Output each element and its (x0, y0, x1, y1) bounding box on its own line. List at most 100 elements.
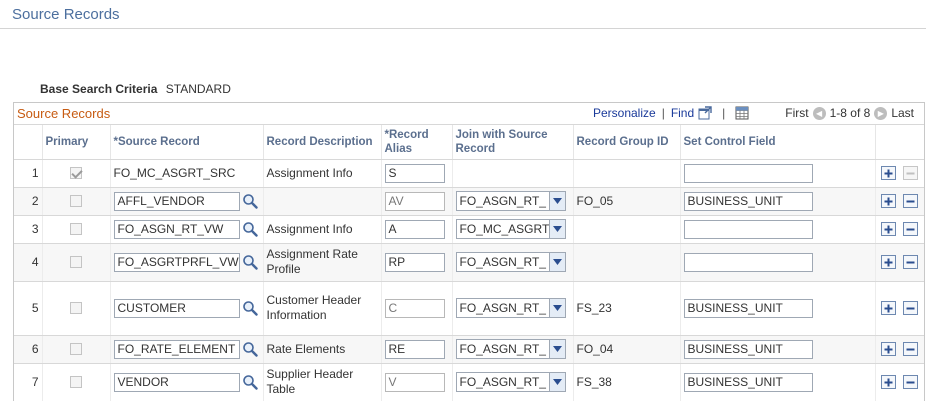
chevron-down-icon[interactable] (548, 299, 565, 317)
primary-checkbox[interactable] (70, 376, 82, 389)
plus-icon (884, 345, 893, 354)
set-control-field-input[interactable]: BUSINESS_UNIT (683, 298, 813, 318)
magnifier-icon[interactable] (242, 300, 258, 316)
col-header-actions (875, 125, 924, 160)
join-with-select[interactable]: FO_MC_ASGRT (455, 219, 566, 239)
primary-checkbox[interactable] (70, 195, 82, 208)
record-group-id: FS_23 (573, 281, 681, 336)
row-range: 1-8 of 8 (829, 106, 871, 120)
new-window-icon[interactable] (698, 106, 712, 120)
last-label: Last (891, 106, 914, 120)
delete-row-button[interactable] (903, 342, 919, 357)
chevron-down-icon[interactable] (548, 220, 565, 238)
arrow-right-icon[interactable]: ▶ (874, 106, 888, 120)
record-alias-input[interactable]: A (384, 219, 445, 239)
join-with-select[interactable]: FO_ASGN_RT_ (455, 372, 566, 392)
join-with-value: FO_ASGN_RT_ (459, 300, 546, 315)
source-record-input[interactable]: CUSTOMER (113, 298, 240, 318)
add-row-button[interactable] (880, 222, 896, 237)
grid-header: Source Records Personalize | Find | Firs… (14, 103, 924, 125)
chevron-down-icon[interactable] (548, 192, 565, 210)
col-header-primary[interactable]: Primary (42, 125, 111, 160)
set-control-field-input[interactable]: BUSINESS_UNIT (683, 191, 813, 211)
record-alias-input[interactable]: AV (384, 191, 445, 211)
first-label: First (785, 106, 809, 120)
record-group-id: FO_05 (573, 187, 681, 216)
primary-checkbox[interactable] (70, 343, 82, 356)
set-control-field-input[interactable] (683, 219, 813, 239)
title-divider (0, 28, 926, 29)
col-header-source-record[interactable]: *Source Record (110, 125, 264, 160)
record-alias-input[interactable]: C (384, 298, 445, 318)
delete-row-button[interactable] (903, 301, 919, 316)
record-description: Supplier Header Table (263, 363, 382, 401)
record-alias-input[interactable]: V (384, 372, 445, 392)
delete-row-button[interactable] (903, 222, 919, 237)
set-control-field-input[interactable]: BUSINESS_UNIT (683, 372, 813, 392)
table-row: 6 FO_RATE_ELEMENT Rate Elements RE FO_AS… (14, 335, 924, 364)
chevron-down-icon[interactable] (548, 253, 565, 271)
delete-row-button[interactable] (903, 166, 919, 181)
primary-checkbox[interactable] (70, 256, 82, 269)
magnifier-icon[interactable] (242, 374, 258, 390)
arrow-left-icon[interactable]: ◀ (812, 106, 826, 120)
criteria-label: Base Search Criteria (40, 82, 158, 96)
add-row-button[interactable] (880, 375, 896, 390)
spreadsheet-icon[interactable] (735, 106, 749, 120)
source-record-input[interactable]: FO_ASGRTPRFL_VW (113, 252, 240, 272)
join-with-select[interactable]: FO_ASGN_RT_ (455, 191, 566, 211)
source-record-input[interactable]: AFFL_VENDOR (113, 191, 240, 211)
find-link[interactable]: Find (671, 106, 694, 120)
col-header-set-control-field[interactable]: Set Control Field (680, 125, 876, 160)
record-alias-input[interactable]: RE (384, 339, 445, 359)
minus-icon (906, 261, 915, 264)
record-alias-input[interactable]: RP (384, 252, 445, 272)
delete-row-button[interactable] (903, 255, 919, 270)
add-row-button[interactable] (880, 255, 896, 270)
record-alias-input[interactable]: S (384, 163, 445, 183)
table-header-row: Primary *Source Record Record Descriptio… (14, 125, 924, 160)
record-group-id (573, 159, 681, 188)
add-row-button[interactable] (880, 166, 896, 181)
col-header-record-alias[interactable]: *Record Alias (381, 125, 453, 160)
chevron-down-icon[interactable] (548, 373, 565, 391)
page-title: Source Records (12, 6, 120, 23)
magnifier-icon[interactable] (242, 221, 258, 237)
source-record-input[interactable]: VENDOR (113, 372, 240, 392)
set-control-field-input[interactable] (683, 252, 813, 272)
source-record-input[interactable]: FO_ASGN_RT_VW (113, 219, 240, 239)
join-with-select[interactable]: FO_ASGN_RT_ (455, 252, 566, 272)
magnifier-icon[interactable] (242, 341, 258, 357)
row-number: 6 (14, 335, 43, 364)
magnifier-icon[interactable] (242, 193, 258, 209)
add-row-button[interactable] (880, 342, 896, 357)
col-header-record-group-id[interactable]: Record Group ID (573, 125, 681, 160)
col-header-record-description[interactable]: Record Description (263, 125, 382, 160)
chevron-down-icon[interactable] (548, 340, 565, 358)
table-row: 5 CUSTOMER Customer Header Information C… (14, 281, 924, 336)
minus-icon (906, 172, 915, 175)
source-records-table: Primary *Source Record Record Descriptio… (14, 125, 924, 401)
delete-row-button[interactable] (903, 375, 919, 390)
set-control-field-input[interactable]: BUSINESS_UNIT (683, 339, 813, 359)
record-description: Rate Elements (263, 335, 382, 364)
row-number: 7 (14, 363, 43, 401)
join-with-select[interactable]: FO_ASGN_RT_ (455, 298, 566, 318)
delete-row-button[interactable] (903, 194, 919, 209)
primary-checkbox[interactable] (70, 223, 82, 236)
col-header-rownum (14, 125, 43, 160)
join-with-select[interactable]: FO_ASGN_RT_ (455, 339, 566, 359)
nav-separator: | (661, 106, 665, 120)
add-row-button[interactable] (880, 194, 896, 209)
add-row-button[interactable] (880, 301, 896, 316)
set-control-field-input[interactable] (683, 163, 813, 183)
magnifier-icon[interactable] (242, 254, 258, 270)
personalize-link[interactable]: Personalize (593, 106, 656, 120)
col-header-join-with[interactable]: Join with Source Record (452, 125, 574, 160)
row-number: 4 (14, 243, 43, 282)
record-group-id: FO_04 (573, 335, 681, 364)
source-record-input[interactable]: FO_RATE_ELEMENT (113, 339, 240, 359)
row-number: 3 (14, 215, 43, 244)
record-group-id: FS_38 (573, 363, 681, 401)
primary-checkbox[interactable] (70, 302, 82, 315)
